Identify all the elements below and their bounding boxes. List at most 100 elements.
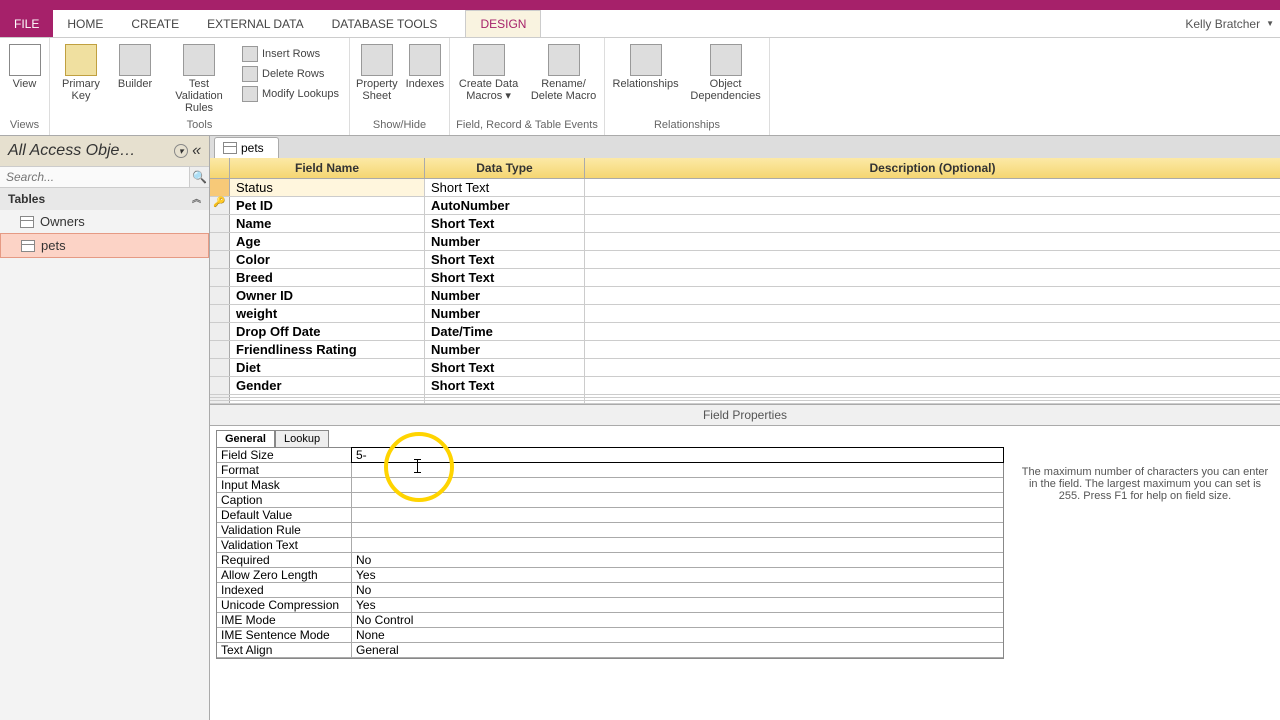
column-description[interactable]: Description (Optional): [585, 158, 1280, 178]
field-name-cell[interactable]: [230, 395, 425, 397]
field-row[interactable]: DietShort Text: [210, 359, 1280, 377]
field-row[interactable]: StatusShort Text: [210, 179, 1280, 197]
field-row[interactable]: GenderShort Text: [210, 377, 1280, 395]
row-selector[interactable]: [210, 305, 230, 322]
data-type-cell[interactable]: Number: [425, 287, 585, 304]
field-name-cell[interactable]: [230, 401, 425, 403]
property-value[interactable]: [352, 508, 1003, 522]
property-row[interactable]: Field Size5-: [217, 448, 1003, 463]
property-row[interactable]: IME ModeNo Control: [217, 613, 1003, 628]
rename-delete-macro-button[interactable]: Rename/ Delete Macro: [529, 44, 598, 102]
field-row[interactable]: Friendliness RatingNumber: [210, 341, 1280, 359]
data-type-cell[interactable]: [425, 401, 585, 403]
property-row[interactable]: Format: [217, 463, 1003, 478]
description-cell[interactable]: [585, 341, 1280, 358]
row-selector[interactable]: [210, 251, 230, 268]
property-row[interactable]: Unicode CompressionYes: [217, 598, 1003, 613]
data-type-cell[interactable]: Short Text: [425, 377, 585, 394]
field-row[interactable]: weightNumber: [210, 305, 1280, 323]
row-selector[interactable]: [210, 398, 230, 400]
indexes-button[interactable]: Indexes: [406, 44, 445, 90]
tab-file[interactable]: FILE: [0, 10, 53, 37]
property-row[interactable]: IME Sentence ModeNone: [217, 628, 1003, 643]
row-selector[interactable]: [210, 287, 230, 304]
view-button[interactable]: View: [6, 44, 43, 90]
property-value[interactable]: None: [352, 628, 1003, 642]
row-selector[interactable]: [210, 197, 230, 214]
data-type-cell[interactable]: Number: [425, 341, 585, 358]
data-type-cell[interactable]: AutoNumber: [425, 197, 585, 214]
tab-database-tools[interactable]: DATABASE TOOLS: [318, 10, 452, 37]
user-name[interactable]: Kelly Bratcher▼: [1185, 10, 1274, 37]
property-value[interactable]: Yes: [352, 568, 1003, 582]
primary-key-button[interactable]: Primary Key: [56, 44, 106, 102]
description-cell[interactable]: [585, 197, 1280, 214]
insert-rows-button[interactable]: Insert Rows: [242, 46, 339, 62]
property-row[interactable]: Caption: [217, 493, 1003, 508]
property-row[interactable]: Text AlignGeneral: [217, 643, 1003, 658]
property-value[interactable]: [352, 463, 1003, 477]
description-cell[interactable]: [585, 377, 1280, 394]
select-all-cell[interactable]: [210, 158, 230, 178]
field-row[interactable]: BreedShort Text: [210, 269, 1280, 287]
property-value[interactable]: [352, 478, 1003, 492]
property-value[interactable]: [352, 538, 1003, 552]
description-cell[interactable]: [585, 398, 1280, 400]
property-row[interactable]: Default Value: [217, 508, 1003, 523]
data-type-cell[interactable]: Short Text: [425, 269, 585, 286]
description-cell[interactable]: [585, 179, 1280, 196]
description-cell[interactable]: [585, 401, 1280, 403]
row-selector[interactable]: [210, 323, 230, 340]
nav-pane-header[interactable]: All Access Obje… ▾ «: [0, 136, 209, 167]
object-dependencies-button[interactable]: Object Dependencies: [688, 44, 763, 102]
modify-lookups-button[interactable]: Modify Lookups: [242, 86, 339, 102]
property-value[interactable]: 5-: [352, 448, 1003, 462]
property-value[interactable]: General: [352, 643, 1003, 657]
row-selector[interactable]: [210, 179, 230, 196]
property-row[interactable]: Allow Zero LengthYes: [217, 568, 1003, 583]
data-type-cell[interactable]: Short Text: [425, 251, 585, 268]
field-name-cell[interactable]: Drop Off Date: [230, 323, 425, 340]
test-validation-button[interactable]: Test Validation Rules: [164, 44, 234, 114]
search-button[interactable]: 🔍: [189, 167, 209, 187]
description-cell[interactable]: [585, 323, 1280, 340]
field-name-cell[interactable]: Owner ID: [230, 287, 425, 304]
field-name-cell[interactable]: Gender: [230, 377, 425, 394]
data-type-cell[interactable]: Short Text: [425, 359, 585, 376]
row-selector[interactable]: [210, 215, 230, 232]
row-selector[interactable]: [210, 233, 230, 250]
field-row[interactable]: Drop Off DateDate/Time: [210, 323, 1280, 341]
row-selector[interactable]: [210, 401, 230, 403]
field-name-cell[interactable]: Status: [230, 179, 425, 196]
property-sheet-button[interactable]: Property Sheet: [356, 44, 398, 102]
property-value[interactable]: No: [352, 553, 1003, 567]
property-row[interactable]: IndexedNo: [217, 583, 1003, 598]
description-cell[interactable]: [585, 251, 1280, 268]
data-type-cell[interactable]: [425, 398, 585, 400]
column-field-name[interactable]: Field Name: [230, 158, 425, 178]
doc-tab-pets[interactable]: pets: [214, 137, 279, 158]
description-cell[interactable]: [585, 215, 1280, 232]
field-row[interactable]: Pet IDAutoNumber: [210, 197, 1280, 215]
field-name-cell[interactable]: Name: [230, 215, 425, 232]
column-data-type[interactable]: Data Type: [425, 158, 585, 178]
tab-external-data[interactable]: EXTERNAL DATA: [193, 10, 317, 37]
tab-home[interactable]: HOME: [53, 10, 117, 37]
field-name-cell[interactable]: weight: [230, 305, 425, 322]
description-cell[interactable]: [585, 287, 1280, 304]
description-cell[interactable]: [585, 305, 1280, 322]
relationships-button[interactable]: Relationships: [611, 44, 680, 90]
delete-rows-button[interactable]: Delete Rows: [242, 66, 339, 82]
nav-item-owners[interactable]: Owners: [0, 210, 209, 233]
property-value[interactable]: No Control: [352, 613, 1003, 627]
field-row[interactable]: AgeNumber: [210, 233, 1280, 251]
field-name-cell[interactable]: Friendliness Rating: [230, 341, 425, 358]
property-row[interactable]: Validation Rule: [217, 523, 1003, 538]
field-name-cell[interactable]: Breed: [230, 269, 425, 286]
field-name-cell[interactable]: Color: [230, 251, 425, 268]
property-row[interactable]: RequiredNo: [217, 553, 1003, 568]
row-selector[interactable]: [210, 341, 230, 358]
data-type-cell[interactable]: [425, 395, 585, 397]
property-value[interactable]: [352, 493, 1003, 507]
field-name-cell[interactable]: Diet: [230, 359, 425, 376]
